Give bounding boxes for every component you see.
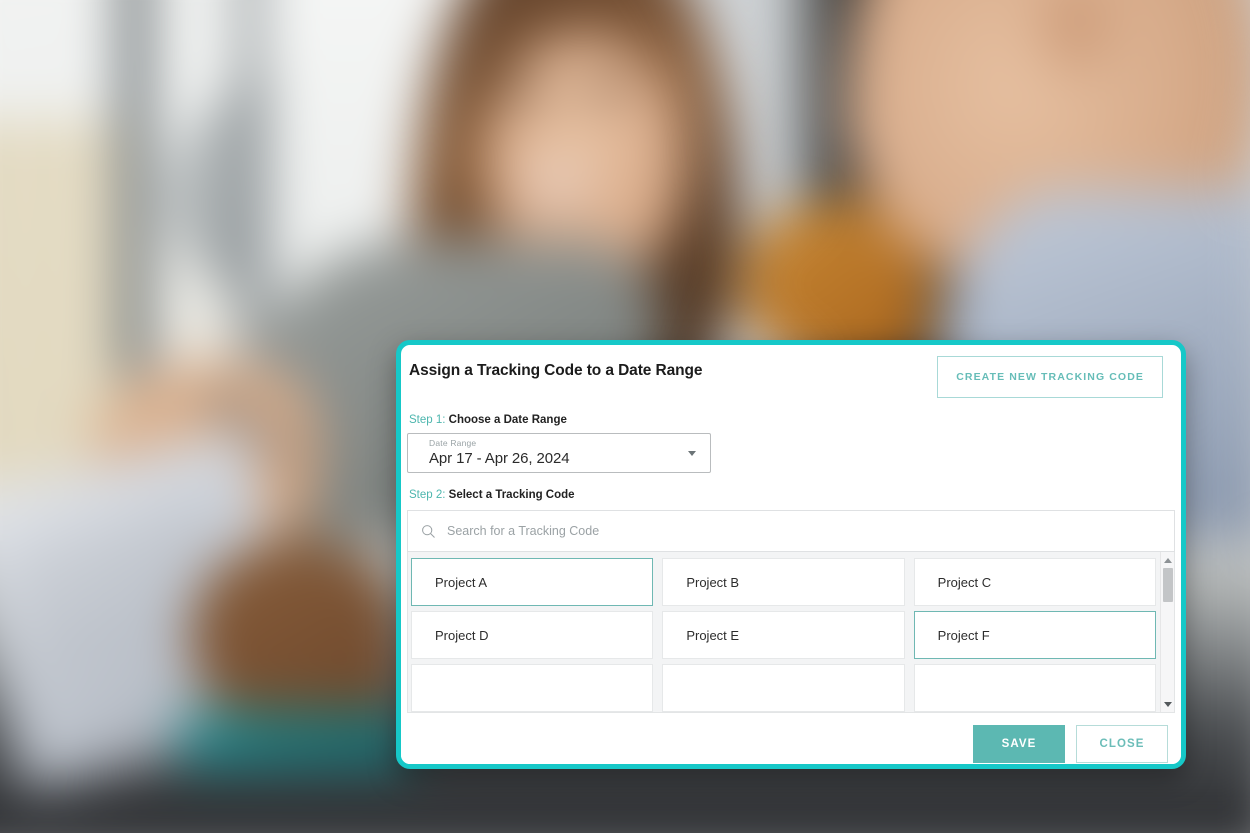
tracking-code-tile[interactable]: Project A (411, 558, 654, 606)
tile-label: Project C (937, 574, 992, 590)
date-range-field-label: Date Range (429, 438, 477, 448)
tile-label: Project D (435, 627, 489, 643)
date-range-select[interactable]: Date Range Apr 17 - Apr 26, 2024 (407, 433, 711, 473)
search-bar[interactable] (407, 510, 1175, 552)
tracking-code-dialog: Assign a Tracking Code to a Date Range C… (396, 340, 1186, 769)
tracking-code-tile[interactable] (913, 664, 1156, 712)
tile-label: Project F (937, 627, 990, 643)
dialog-body: Step 1: Choose a Date Range Date Range A… (401, 398, 1181, 713)
step-2-text: Select a Tracking Code (445, 489, 575, 501)
tracking-code-tile[interactable]: Project C (913, 558, 1156, 606)
dialog-footer: SAVE CLOSE (401, 713, 1181, 764)
tile-label: Project B (686, 574, 740, 590)
page-title: Assign a Tracking Code to a Date Range (409, 362, 703, 379)
bg-teal-accent (180, 710, 410, 770)
save-button[interactable]: SAVE (973, 725, 1065, 763)
caret-up-icon[interactable] (1161, 553, 1174, 567)
search-icon (422, 524, 435, 538)
tracking-code-tile[interactable]: Project B (662, 558, 905, 606)
tracking-code-grid: Project A Project B Project C Project D … (408, 552, 1174, 712)
step-1-label: Step 1: Choose a Date Range (409, 414, 1175, 426)
scrollbar-thumb[interactable] (1163, 568, 1173, 602)
create-new-tracking-code-button[interactable]: CREATE NEW TRACKING CODE (937, 356, 1163, 398)
step-2-label: Step 2: Select a Tracking Code (409, 489, 1175, 501)
tracking-code-tile[interactable] (662, 664, 905, 712)
tracking-code-scrollbar[interactable] (1160, 552, 1174, 712)
date-range-value: Apr 17 - Apr 26, 2024 (429, 450, 570, 467)
tracking-code-tile[interactable]: Project E (662, 611, 905, 659)
tracking-code-tile[interactable]: Project D (411, 611, 654, 659)
search-input[interactable] (447, 524, 1161, 538)
tracking-code-list: Project A Project B Project C Project D … (407, 552, 1175, 713)
dialog-header: Assign a Tracking Code to a Date Range C… (401, 345, 1181, 398)
tracking-code-tile[interactable] (411, 664, 654, 712)
step-2-number: Step 2: (409, 489, 446, 501)
step-1-text: Choose a Date Range (445, 414, 567, 426)
bg-smile (520, 170, 592, 198)
tracking-code-tile[interactable]: Project F (913, 611, 1156, 659)
close-button[interactable]: CLOSE (1076, 725, 1168, 763)
tile-label: Project E (686, 627, 740, 643)
tile-label: Project A (435, 574, 488, 590)
chevron-down-icon[interactable] (688, 451, 696, 456)
step-1-number: Step 1: (409, 414, 446, 426)
caret-down-icon[interactable] (1161, 697, 1174, 711)
